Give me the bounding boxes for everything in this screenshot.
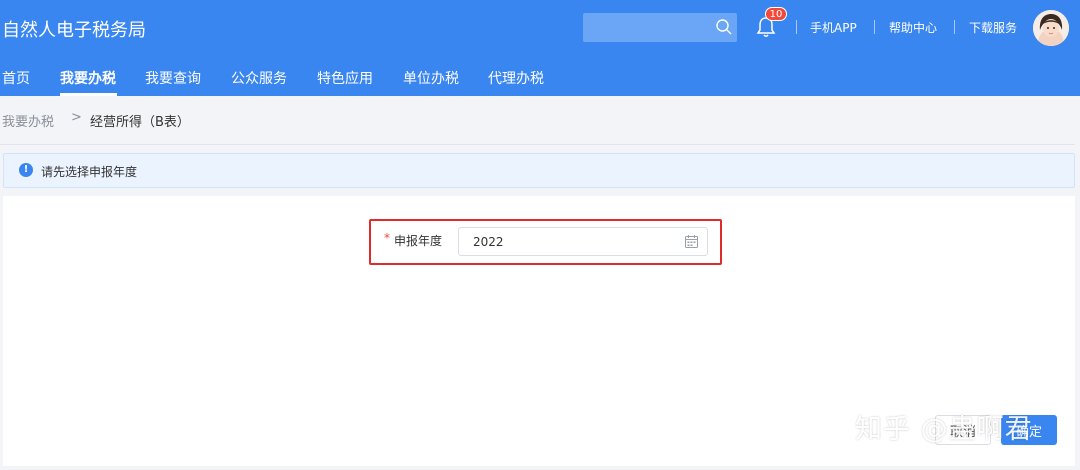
notification-badge: 10 (765, 7, 787, 21)
info-notice: ! 请先选择申报年度 (3, 153, 1075, 188)
divider (796, 20, 797, 34)
breadcrumb-separator-icon: > (71, 110, 82, 125)
nav-item-agent-tax[interactable]: 代理办税 (488, 68, 544, 88)
year-picker-input[interactable] (458, 227, 708, 256)
help-center-link[interactable]: 帮助中心 (889, 19, 937, 36)
nav-item-home[interactable]: 首页 (2, 68, 30, 88)
notice-text: 请先选择申报年度 (41, 165, 138, 179)
user-avatar-icon (1033, 10, 1069, 46)
year-label: 申报年度 (394, 234, 443, 248)
nav-item-public-service[interactable]: 公众服务 (231, 68, 287, 88)
watermark-text: 知乎 @蛊啊君 (855, 414, 1033, 445)
download-service-link[interactable]: 下载服务 (969, 19, 1017, 36)
breadcrumb-current: 经营所得（B表） (90, 115, 190, 130)
active-tab-indicator (60, 93, 117, 96)
nav-item-unit-tax[interactable]: 单位办税 (403, 68, 459, 88)
top-bar: 自然人电子税务局 10 手机APP 帮助中心 下载服务 首页 我要办税 我要查询… (0, 0, 1080, 96)
breadcrumb-divider (0, 144, 1075, 145)
calendar-icon[interactable] (684, 234, 699, 249)
mobile-app-link[interactable]: 手机APP (810, 19, 857, 36)
avatar[interactable] (1033, 10, 1069, 46)
search-icon[interactable] (715, 18, 733, 36)
breadcrumb-root[interactable]: 我要办税 (2, 111, 54, 130)
divider (954, 20, 955, 34)
nav-item-tax-handling[interactable]: 我要办税 (60, 68, 116, 88)
search-input[interactable] (583, 13, 737, 42)
site-title[interactable]: 自然人电子税务局 (2, 16, 146, 42)
nav-item-featured-apps[interactable]: 特色应用 (317, 68, 373, 88)
required-mark: * (384, 231, 390, 245)
divider (874, 20, 875, 34)
nav-item-query[interactable]: 我要查询 (145, 68, 201, 88)
info-icon: ! (19, 163, 33, 177)
